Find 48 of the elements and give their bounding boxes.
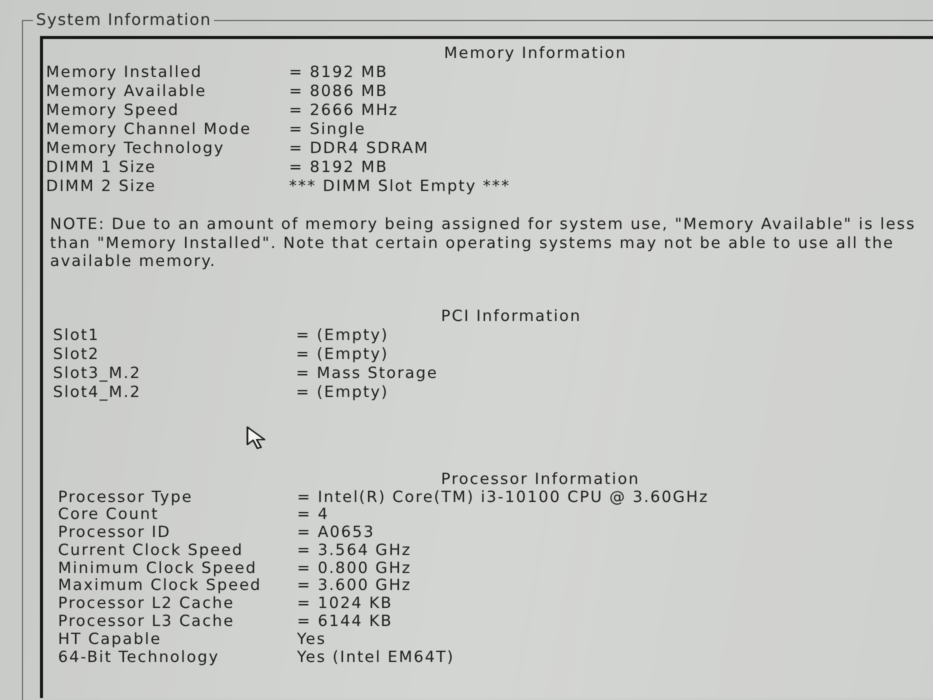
- field-value: = 4: [297, 506, 330, 524]
- field-value: = 8086 MB: [289, 82, 389, 101]
- field-label: Slot1: [53, 326, 101, 344]
- field-label: Memory Installed: [46, 63, 204, 82]
- section-heading: Processor Information: [440, 470, 641, 488]
- field-label: Maximum Clock Speed: [58, 577, 263, 596]
- field-value: = 8192 MB: [289, 158, 389, 177]
- field-value: Yes (Intel EM64T): [297, 648, 456, 666]
- field-value: = (Empty): [296, 344, 390, 364]
- section-heading: Memory Information: [443, 44, 628, 63]
- field-value: = 1024 KB: [297, 595, 394, 614]
- field-value: Yes: [297, 630, 328, 649]
- field-label: HT Capable: [58, 630, 162, 649]
- field-label: Minimum Clock Speed: [58, 560, 258, 578]
- field-value: = 8192 MB: [289, 63, 389, 82]
- field-label: Core Count: [58, 506, 159, 524]
- field-label: Memory Channel Mode: [46, 120, 252, 139]
- field-label: Slot2: [53, 344, 101, 364]
- note-text: NOTE: Due to an amount of memory being assigned for system use, "Memory Available" is less than "Memory Installed". Note that certain operating systems may not be able to use all the available memory.: [50, 215, 917, 270]
- field-label: Slot3_M.2: [53, 364, 142, 382]
- field-label: Memory Available: [46, 82, 208, 101]
- field-value: = (Empty): [296, 382, 390, 402]
- field-value: = A0653: [297, 524, 376, 542]
- window-title: System Information: [35, 12, 212, 29]
- field-value: = 3.600 GHz: [297, 577, 412, 596]
- section-heading: PCI Information: [440, 306, 582, 326]
- field-label: Current Clock Speed: [58, 542, 244, 560]
- field-value: = DDR4 SDRAM: [289, 139, 430, 158]
- field-value: *** DIMM Slot Empty ***: [289, 177, 512, 196]
- field-label: Processor Type: [58, 488, 194, 506]
- field-value: = Intel(R) Core(TM) i3-10100 CPU @ 3.60GHz: [297, 488, 710, 506]
- field-value: = 6144 KB: [297, 613, 394, 631]
- field-label: Memory Speed: [46, 101, 180, 120]
- field-value: = 2666 MHz: [289, 101, 400, 120]
- field-value: = 0.800 GHz: [297, 560, 412, 578]
- field-value: = 3.564 GHz: [297, 542, 412, 560]
- field-label: DIMM 2 Size: [46, 177, 158, 196]
- field-label: Processor ID: [58, 524, 172, 542]
- field-value: = Mass Storage: [296, 364, 440, 382]
- field-label: Memory Technology: [46, 139, 226, 158]
- mouse-pointer-icon: [246, 426, 266, 450]
- field-value: = Single: [289, 120, 367, 139]
- field-label: Slot4_M.2: [53, 382, 142, 402]
- field-label: DIMM 1 Size: [46, 158, 158, 177]
- field-label: Processor L2 Cache: [58, 595, 236, 614]
- field-label: 64-Bit Technology: [58, 648, 220, 666]
- field-label: Processor L3 Cache: [58, 613, 236, 631]
- field-value: = (Empty): [296, 326, 390, 344]
